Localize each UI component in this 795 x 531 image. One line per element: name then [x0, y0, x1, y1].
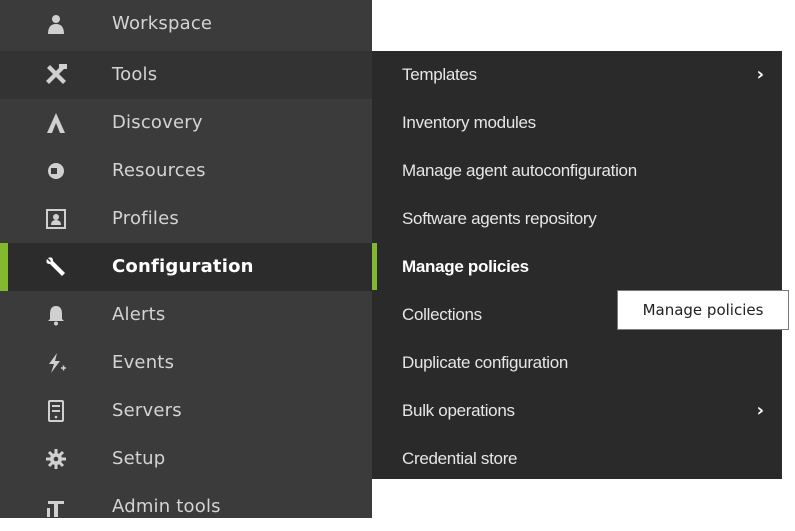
submenu-item-bulk-operations[interactable]: Bulk operations › [372, 387, 782, 434]
submenu-item-manage-agent-autoconfiguration[interactable]: Manage agent autoconfiguration [372, 147, 782, 194]
configuration-submenu: Templates › Inventory modules Manage age… [372, 51, 782, 479]
profile-icon [44, 207, 68, 231]
submenu-item-label: Manage agent autoconfiguration [402, 161, 637, 180]
tooltip: Manage policies [617, 290, 789, 330]
main-sidebar: Workspace Tools Discovery Resources Prof… [0, 0, 372, 518]
active-indicator [0, 243, 8, 291]
sidebar-item-resources[interactable]: Resources [0, 147, 372, 195]
sidebar-item-label: Discovery [112, 112, 203, 133]
sidebar-item-setup[interactable]: Setup [0, 435, 372, 483]
sidebar-item-alerts[interactable]: Alerts [0, 291, 372, 339]
submenu-item-manage-policies[interactable]: Manage policies [372, 243, 782, 290]
sidebar-item-configuration[interactable]: Configuration [0, 243, 372, 291]
gear-icon [44, 447, 68, 471]
sidebar-item-label: Tools [112, 64, 158, 85]
submenu-item-label: Manage policies [402, 257, 529, 276]
sidebar-item-label: Resources [112, 160, 206, 181]
sidebar-item-label: Profiles [112, 208, 179, 229]
sidebar-item-discovery[interactable]: Discovery [0, 99, 372, 147]
submenu-item-templates[interactable]: Templates › [372, 51, 782, 98]
sidebar-item-label: Workspace [112, 13, 213, 34]
wrench-icon [44, 255, 68, 279]
sidebar-item-label: Servers [112, 400, 182, 421]
admin-tools-icon [44, 495, 68, 519]
sidebar-item-label: Setup [112, 448, 166, 469]
submenu-item-label: Templates [402, 65, 477, 84]
chevron-right-icon: › [756, 400, 764, 421]
sidebar-item-servers[interactable]: Servers [0, 387, 372, 435]
submenu-item-credential-store[interactable]: Credential store [372, 435, 782, 482]
user-icon [44, 12, 68, 36]
submenu-item-label: Credential store [402, 449, 518, 468]
submenu-item-duplicate-configuration[interactable]: Duplicate configuration [372, 339, 782, 386]
sidebar-item-events[interactable]: Events [0, 339, 372, 387]
submenu-item-software-agents-repository[interactable]: Software agents repository [372, 195, 782, 242]
submenu-item-label: Software agents repository [402, 209, 597, 228]
chevron-right-icon: › [756, 64, 764, 85]
resources-icon [44, 159, 68, 183]
sidebar-item-label: Admin tools [112, 496, 221, 517]
discovery-icon [44, 111, 68, 135]
server-icon [44, 399, 68, 423]
sidebar-item-label: Events [112, 352, 175, 373]
submenu-item-label: Bulk operations [402, 401, 515, 420]
sidebar-item-tools[interactable]: Tools [0, 51, 372, 99]
sidebar-item-profiles[interactable]: Profiles [0, 195, 372, 243]
submenu-item-label: Collections [402, 305, 482, 324]
active-indicator [372, 243, 377, 290]
submenu-item-inventory-modules[interactable]: Inventory modules [372, 99, 782, 146]
submenu-item-label: Inventory modules [402, 113, 536, 132]
sidebar-item-workspace[interactable]: Workspace [0, 0, 372, 48]
sidebar-item-label: Alerts [112, 304, 166, 325]
sidebar-item-label: Configuration [112, 256, 254, 277]
tools-icon [44, 63, 68, 87]
submenu-item-label: Duplicate configuration [402, 353, 569, 372]
events-icon [44, 351, 68, 375]
bell-icon [44, 303, 68, 327]
sidebar-item-admin-tools[interactable]: Admin tools [0, 483, 372, 531]
